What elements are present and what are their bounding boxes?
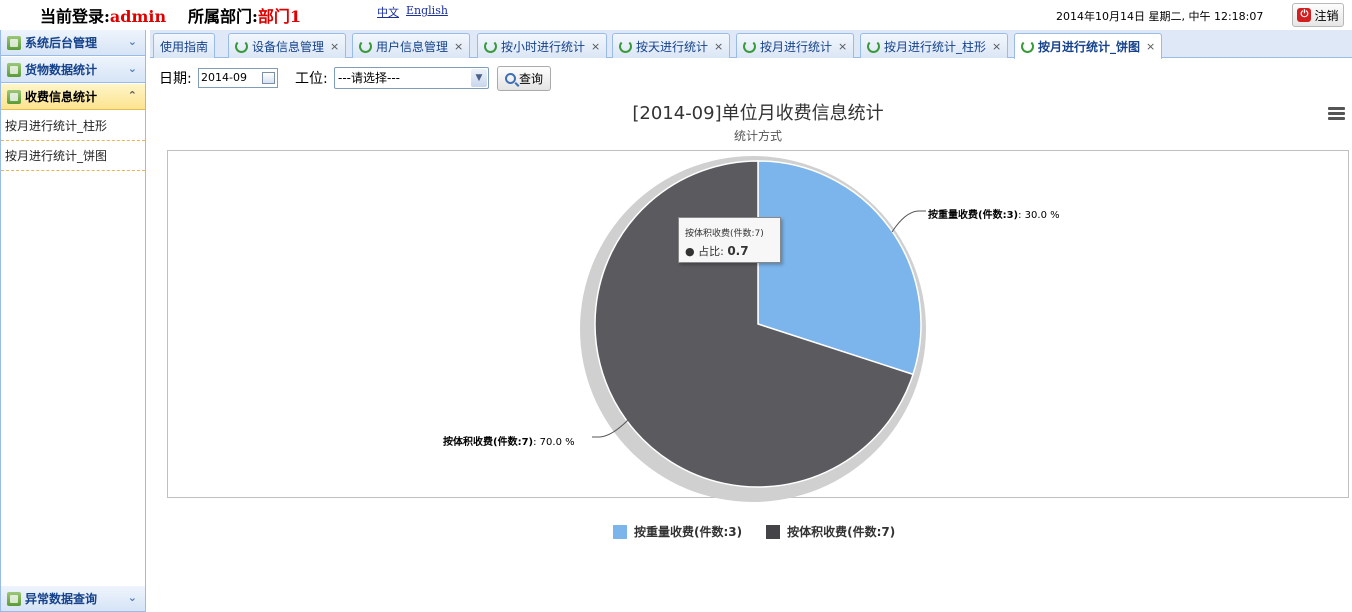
current-datetime: 2014年10月14日 星期二, 中午 12:18:07 bbox=[1056, 10, 1264, 23]
refresh-icon bbox=[867, 39, 880, 53]
department-info: 所属部门:部门1 bbox=[188, 3, 301, 27]
logout-button[interactable]: ⏻ 注销 bbox=[1292, 3, 1344, 27]
sidebar-section-fee-stats[interactable]: 收费信息统计 ⌃ bbox=[1, 84, 145, 110]
folder-icon bbox=[7, 89, 21, 104]
sidebar-section-label: 货物数据统计 bbox=[25, 63, 98, 77]
pie-data-label-name: 按体积收费(件数:7) bbox=[443, 437, 534, 448]
chevron-down-icon[interactable]: ⌄ bbox=[128, 591, 137, 605]
top-header: 当前登录:admin 所属部门:部门1 中文 English 2014年10月1… bbox=[0, 0, 1352, 30]
tab-user-info[interactable]: 用户信息管理 × bbox=[352, 33, 471, 58]
tab-monthly-stats[interactable]: 按月进行统计 × bbox=[736, 33, 855, 58]
sidebar: 系统后台管理 ⌄ 货物数据统计 ⌄ 收费信息统计 ⌃ 按月进行统计_柱形 按月进… bbox=[0, 30, 146, 612]
pie-data-label-percent: 30.0 % bbox=[1024, 210, 1060, 221]
tab-device-info[interactable]: 设备信息管理 × bbox=[228, 33, 347, 58]
login-label: 当前登录: bbox=[40, 7, 110, 26]
legend-item[interactable]: 按重量收费(件数:3) bbox=[613, 523, 742, 540]
pie-data-label: 按体积收费(件数:7): 70.0 % bbox=[443, 437, 575, 448]
legend-item[interactable]: 按体积收费(件数:7) bbox=[766, 523, 895, 540]
sidebar-section-goods-stats[interactable]: 货物数据统计 ⌄ bbox=[1, 57, 145, 83]
sidebar-section-exception-query[interactable]: 异常数据查询 ⌄ bbox=[1, 586, 145, 612]
tab-label: 按月进行统计_柱形 bbox=[884, 39, 987, 54]
date-label: 日期: bbox=[159, 71, 192, 87]
refresh-icon bbox=[1021, 40, 1034, 53]
tooltip-label: 占比: bbox=[698, 245, 724, 258]
sidebar-section-label: 收费信息统计 bbox=[25, 90, 98, 104]
query-label: 查询 bbox=[518, 72, 543, 86]
login-info: 当前登录:admin bbox=[40, 3, 166, 27]
close-icon[interactable]: × bbox=[714, 40, 723, 53]
close-icon[interactable]: × bbox=[992, 40, 1001, 53]
tab-label: 按月进行统计 bbox=[760, 39, 833, 54]
tooltip-value: 0.7 bbox=[727, 244, 749, 258]
login-user: admin bbox=[109, 7, 167, 26]
station-select[interactable]: ---请选择--- ▼ bbox=[334, 67, 489, 89]
calendar-icon[interactable] bbox=[262, 72, 275, 84]
refresh-icon bbox=[359, 39, 372, 53]
refresh-icon bbox=[235, 39, 248, 53]
sidebar-section-label: 系统后台管理 bbox=[25, 36, 98, 50]
date-input[interactable]: 2014-09 bbox=[198, 68, 278, 88]
folder-icon bbox=[7, 35, 21, 50]
tooltip-value-row: ● 占比: 0.7 bbox=[685, 244, 749, 258]
tab-bar: 使用指南 设备信息管理 × 用户信息管理 × 按小时进行统计 × 按天进行统计 … bbox=[150, 30, 1352, 59]
department-label: 所属部门: bbox=[188, 7, 258, 26]
close-icon[interactable]: × bbox=[1146, 40, 1155, 53]
tooltip-series-name: 按体积收费(件数:7) bbox=[685, 229, 764, 239]
pie-data-label-name: 按重量收费(件数:3) bbox=[928, 210, 1019, 221]
language-chinese-link[interactable]: 中文 bbox=[377, 4, 399, 20]
sidebar-item-monthly-pie[interactable]: 按月进行统计_饼图 bbox=[1, 141, 145, 171]
sidebar-section-system-admin[interactable]: 系统后台管理 ⌄ bbox=[1, 30, 145, 56]
close-icon[interactable]: × bbox=[591, 40, 600, 53]
chart-menu-icon[interactable] bbox=[1328, 107, 1345, 121]
search-icon bbox=[504, 73, 516, 84]
legend-swatch bbox=[766, 524, 781, 539]
power-icon: ⏻ bbox=[1297, 8, 1312, 22]
refresh-icon bbox=[743, 39, 756, 53]
chart-subtitle: 统计方式 bbox=[733, 129, 782, 143]
folder-icon bbox=[7, 591, 21, 606]
close-icon[interactable]: × bbox=[330, 40, 339, 53]
date-value: 2014-09 bbox=[201, 71, 247, 84]
close-icon[interactable]: × bbox=[454, 40, 463, 53]
tab-label: 按月进行统计_饼图 bbox=[1038, 40, 1141, 54]
legend-swatch bbox=[613, 524, 627, 539]
department-value: 部门1 bbox=[257, 7, 302, 26]
legend-label: 按体积收费(件数:7) bbox=[787, 525, 896, 539]
tab-label: 按天进行统计 bbox=[636, 39, 709, 54]
legend-label: 按重量收费(件数:3) bbox=[634, 525, 743, 539]
refresh-icon bbox=[619, 39, 632, 53]
tab-label: 按小时进行统计 bbox=[501, 39, 586, 54]
station-select-value: ---请选择--- bbox=[338, 71, 400, 85]
tab-label: 使用指南 bbox=[160, 39, 209, 54]
folder-icon bbox=[7, 62, 21, 77]
logout-label: 注销 bbox=[1314, 8, 1339, 23]
close-icon[interactable]: × bbox=[838, 40, 847, 53]
chevron-down-icon[interactable]: ⌄ bbox=[128, 62, 137, 76]
station-label: 工位: bbox=[295, 71, 328, 87]
query-button[interactable]: 查询 bbox=[497, 66, 551, 91]
tab-monthly-bar[interactable]: 按月进行统计_柱形 × bbox=[860, 33, 1009, 58]
sidebar-section-label: 异常数据查询 bbox=[25, 592, 98, 606]
tab-hourly-stats[interactable]: 按小时进行统计 × bbox=[477, 33, 608, 58]
tab-daily-stats[interactable]: 按天进行统计 × bbox=[612, 33, 731, 58]
chevron-down-icon[interactable]: ⌄ bbox=[128, 35, 137, 49]
chevron-down-icon[interactable]: ▼ bbox=[471, 69, 487, 87]
language-english-link[interactable]: English bbox=[406, 4, 448, 17]
tab-user-guide[interactable]: 使用指南 bbox=[153, 33, 216, 58]
tab-monthly-pie[interactable]: 按月进行统计_饼图 × bbox=[1014, 33, 1163, 59]
tab-label: 用户信息管理 bbox=[376, 39, 449, 54]
tab-label: 设备信息管理 bbox=[252, 39, 325, 54]
chart-tooltip: 按体积收费(件数:7) ● 占比: 0.7 bbox=[678, 217, 781, 263]
refresh-icon bbox=[484, 39, 497, 53]
pie-data-label-percent: 70.0 % bbox=[539, 437, 575, 448]
chart-legend: 按重量收费(件数:3) 按体积收费(件数:7) bbox=[613, 523, 895, 540]
pie-data-label: 按重量收费(件数:3): 30.0 % bbox=[928, 210, 1060, 221]
chevron-up-icon[interactable]: ⌃ bbox=[128, 89, 137, 103]
sidebar-item-monthly-bar[interactable]: 按月进行统计_柱形 bbox=[1, 111, 145, 141]
chart-title: [2014-09]单位月收费信息统计 bbox=[632, 103, 884, 124]
